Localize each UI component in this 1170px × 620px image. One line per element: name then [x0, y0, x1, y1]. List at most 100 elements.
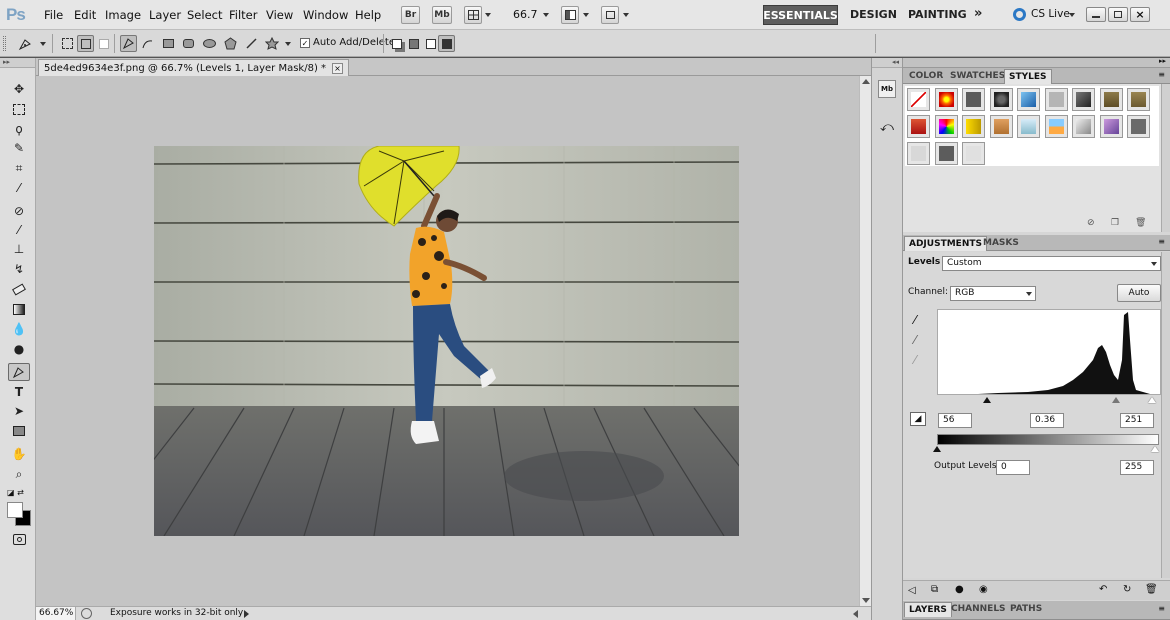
style-preset-swatch[interactable]: [1072, 115, 1095, 138]
checkbox-checked-icon[interactable]: ✓: [300, 37, 310, 48]
zoom-level[interactable]: 66.7: [513, 8, 538, 21]
tab-paths[interactable]: PATHS: [1006, 602, 1046, 617]
style-preset-swatch[interactable]: [1044, 88, 1068, 111]
output-black-slider[interactable]: [933, 446, 941, 452]
dock-header[interactable]: ◂◂: [872, 58, 902, 68]
restore-button[interactable]: [1108, 7, 1128, 22]
path-selection-tool[interactable]: ➤: [8, 402, 30, 420]
tool-preset-picker[interactable]: [16, 35, 33, 52]
input-black-slider[interactable]: [983, 397, 991, 403]
toggle-visibility-icon[interactable]: ●: [955, 584, 964, 595]
path-combine-button[interactable]: [388, 35, 405, 52]
tab-layers[interactable]: LAYERS: [904, 602, 952, 617]
style-preset-swatch[interactable]: [907, 142, 930, 165]
launch-bridge-button[interactable]: Br: [401, 6, 420, 24]
workspace-design[interactable]: DESIGN: [850, 8, 897, 21]
chevron-down-icon[interactable]: [285, 42, 291, 46]
vertical-scrollbar[interactable]: [1161, 84, 1170, 232]
cs-live-button[interactable]: CS Live: [1031, 8, 1070, 20]
black-point-eyedropper-icon[interactable]: ⁄: [914, 313, 916, 327]
gradient-tool[interactable]: [8, 300, 30, 318]
preset-dropdown[interactable]: Custom: [942, 256, 1161, 271]
lasso-tool[interactable]: ϙ: [8, 120, 30, 138]
clipping-icon[interactable]: ◢: [910, 412, 926, 426]
input-white-value[interactable]: 251: [1120, 413, 1154, 428]
eyedropper-tool[interactable]: ⁄: [8, 179, 30, 197]
chevron-down-icon[interactable]: [543, 13, 549, 17]
trash-icon[interactable]: 🗑: [1145, 584, 1158, 595]
status-info-icon[interactable]: [81, 608, 92, 619]
output-white-slider[interactable]: [1151, 446, 1159, 452]
rectangle-option[interactable]: [160, 35, 177, 52]
tab-styles[interactable]: STYLES: [1004, 69, 1052, 84]
menu-image[interactable]: Image: [105, 8, 141, 22]
input-gamma-value[interactable]: 0.36: [1030, 413, 1064, 428]
pen-tool[interactable]: [8, 363, 30, 381]
style-preset-swatch[interactable]: [1127, 88, 1150, 111]
arrange-documents-button[interactable]: [561, 6, 579, 24]
menu-select[interactable]: Select: [187, 8, 222, 22]
polygon-option[interactable]: [222, 35, 239, 52]
move-tool[interactable]: ✥: [8, 80, 30, 98]
clip-to-layer-icon[interactable]: ⧉: [931, 584, 938, 595]
chevron-down-icon[interactable]: [485, 13, 491, 17]
launch-minibridge-button[interactable]: Mb: [432, 6, 452, 24]
tab-channels[interactable]: CHANNELS: [947, 602, 1010, 617]
status-menu-arrow-icon[interactable]: [244, 610, 249, 618]
style-preset-swatch[interactable]: [1017, 115, 1040, 138]
vertical-scrollbar[interactable]: [1161, 252, 1170, 578]
clear-style-icon[interactable]: ⊘: [1087, 218, 1095, 228]
back-arrow-icon[interactable]: ◁: [908, 585, 916, 596]
chevron-down-icon[interactable]: [1026, 292, 1032, 296]
panel-menu-icon[interactable]: ≡: [1158, 604, 1165, 613]
chevron-down-icon[interactable]: [1151, 262, 1157, 266]
chevron-down-icon[interactable]: [583, 13, 589, 17]
swap-colors-icon[interactable]: ◪ ⇄: [7, 488, 24, 497]
rectangle-tool[interactable]: [8, 422, 30, 440]
input-black-value[interactable]: 56: [938, 413, 972, 428]
style-preset-swatch[interactable]: [1044, 115, 1068, 138]
panel-header[interactable]: ▸▸: [903, 57, 1170, 68]
status-zoom-field[interactable]: 66.67%: [36, 607, 76, 620]
menu-help[interactable]: Help: [355, 8, 381, 22]
style-preset-swatch[interactable]: [989, 115, 1013, 138]
style-preset-swatch[interactable]: [907, 115, 930, 138]
workspace-essentials[interactable]: ESSENTIALS: [763, 5, 838, 25]
blur-tool[interactable]: 💧: [8, 320, 30, 338]
tab-masks[interactable]: MASKS: [979, 236, 1023, 251]
close-document-button[interactable]: ×: [332, 62, 344, 74]
vertical-scrollbar[interactable]: [859, 76, 871, 606]
style-preset-swatch[interactable]: [1072, 88, 1095, 111]
more-workspaces-button[interactable]: »: [974, 6, 982, 21]
eraser-tool[interactable]: [8, 280, 30, 298]
auto-add-delete-option[interactable]: ✓ Auto Add/Delete: [300, 37, 395, 48]
foreground-color-swatch[interactable]: [7, 502, 23, 518]
style-preset-swatch[interactable]: [934, 88, 958, 111]
channel-dropdown[interactable]: RGB: [950, 286, 1036, 301]
menu-window[interactable]: Window: [303, 8, 348, 22]
white-point-eyedropper-icon[interactable]: ⁄: [914, 353, 916, 367]
style-preset-swatch[interactable]: [989, 88, 1013, 111]
style-preset-swatch[interactable]: [1127, 115, 1150, 138]
style-preset-swatch[interactable]: [934, 115, 958, 138]
menu-filter[interactable]: Filter: [229, 8, 257, 22]
minimize-button[interactable]: [1086, 7, 1106, 22]
path-intersect-button[interactable]: [422, 35, 439, 52]
quick-mask-button[interactable]: [8, 530, 30, 548]
style-preset-swatch[interactable]: [907, 88, 930, 111]
custom-shape-option[interactable]: [263, 35, 280, 52]
mini-bridge-panel-button[interactable]: Mb: [878, 80, 896, 98]
history-brush-tool[interactable]: ↯: [8, 260, 30, 278]
input-gamma-slider[interactable]: [1112, 397, 1120, 403]
clone-stamp-tool[interactable]: ⊥: [8, 240, 30, 258]
reset-icon[interactable]: ↻: [1123, 584, 1131, 595]
auto-button[interactable]: Auto: [1117, 284, 1161, 302]
menu-edit[interactable]: Edit: [74, 8, 96, 22]
style-preset-swatch[interactable]: [962, 88, 985, 111]
brush-tool[interactable]: ⁄: [8, 221, 30, 239]
view-previous-icon[interactable]: ↶: [1099, 584, 1107, 595]
freeform-pen-option[interactable]: [139, 35, 156, 52]
tab-color[interactable]: COLOR: [905, 69, 947, 84]
menu-layer[interactable]: Layer: [149, 8, 181, 22]
line-option[interactable]: [243, 35, 260, 52]
